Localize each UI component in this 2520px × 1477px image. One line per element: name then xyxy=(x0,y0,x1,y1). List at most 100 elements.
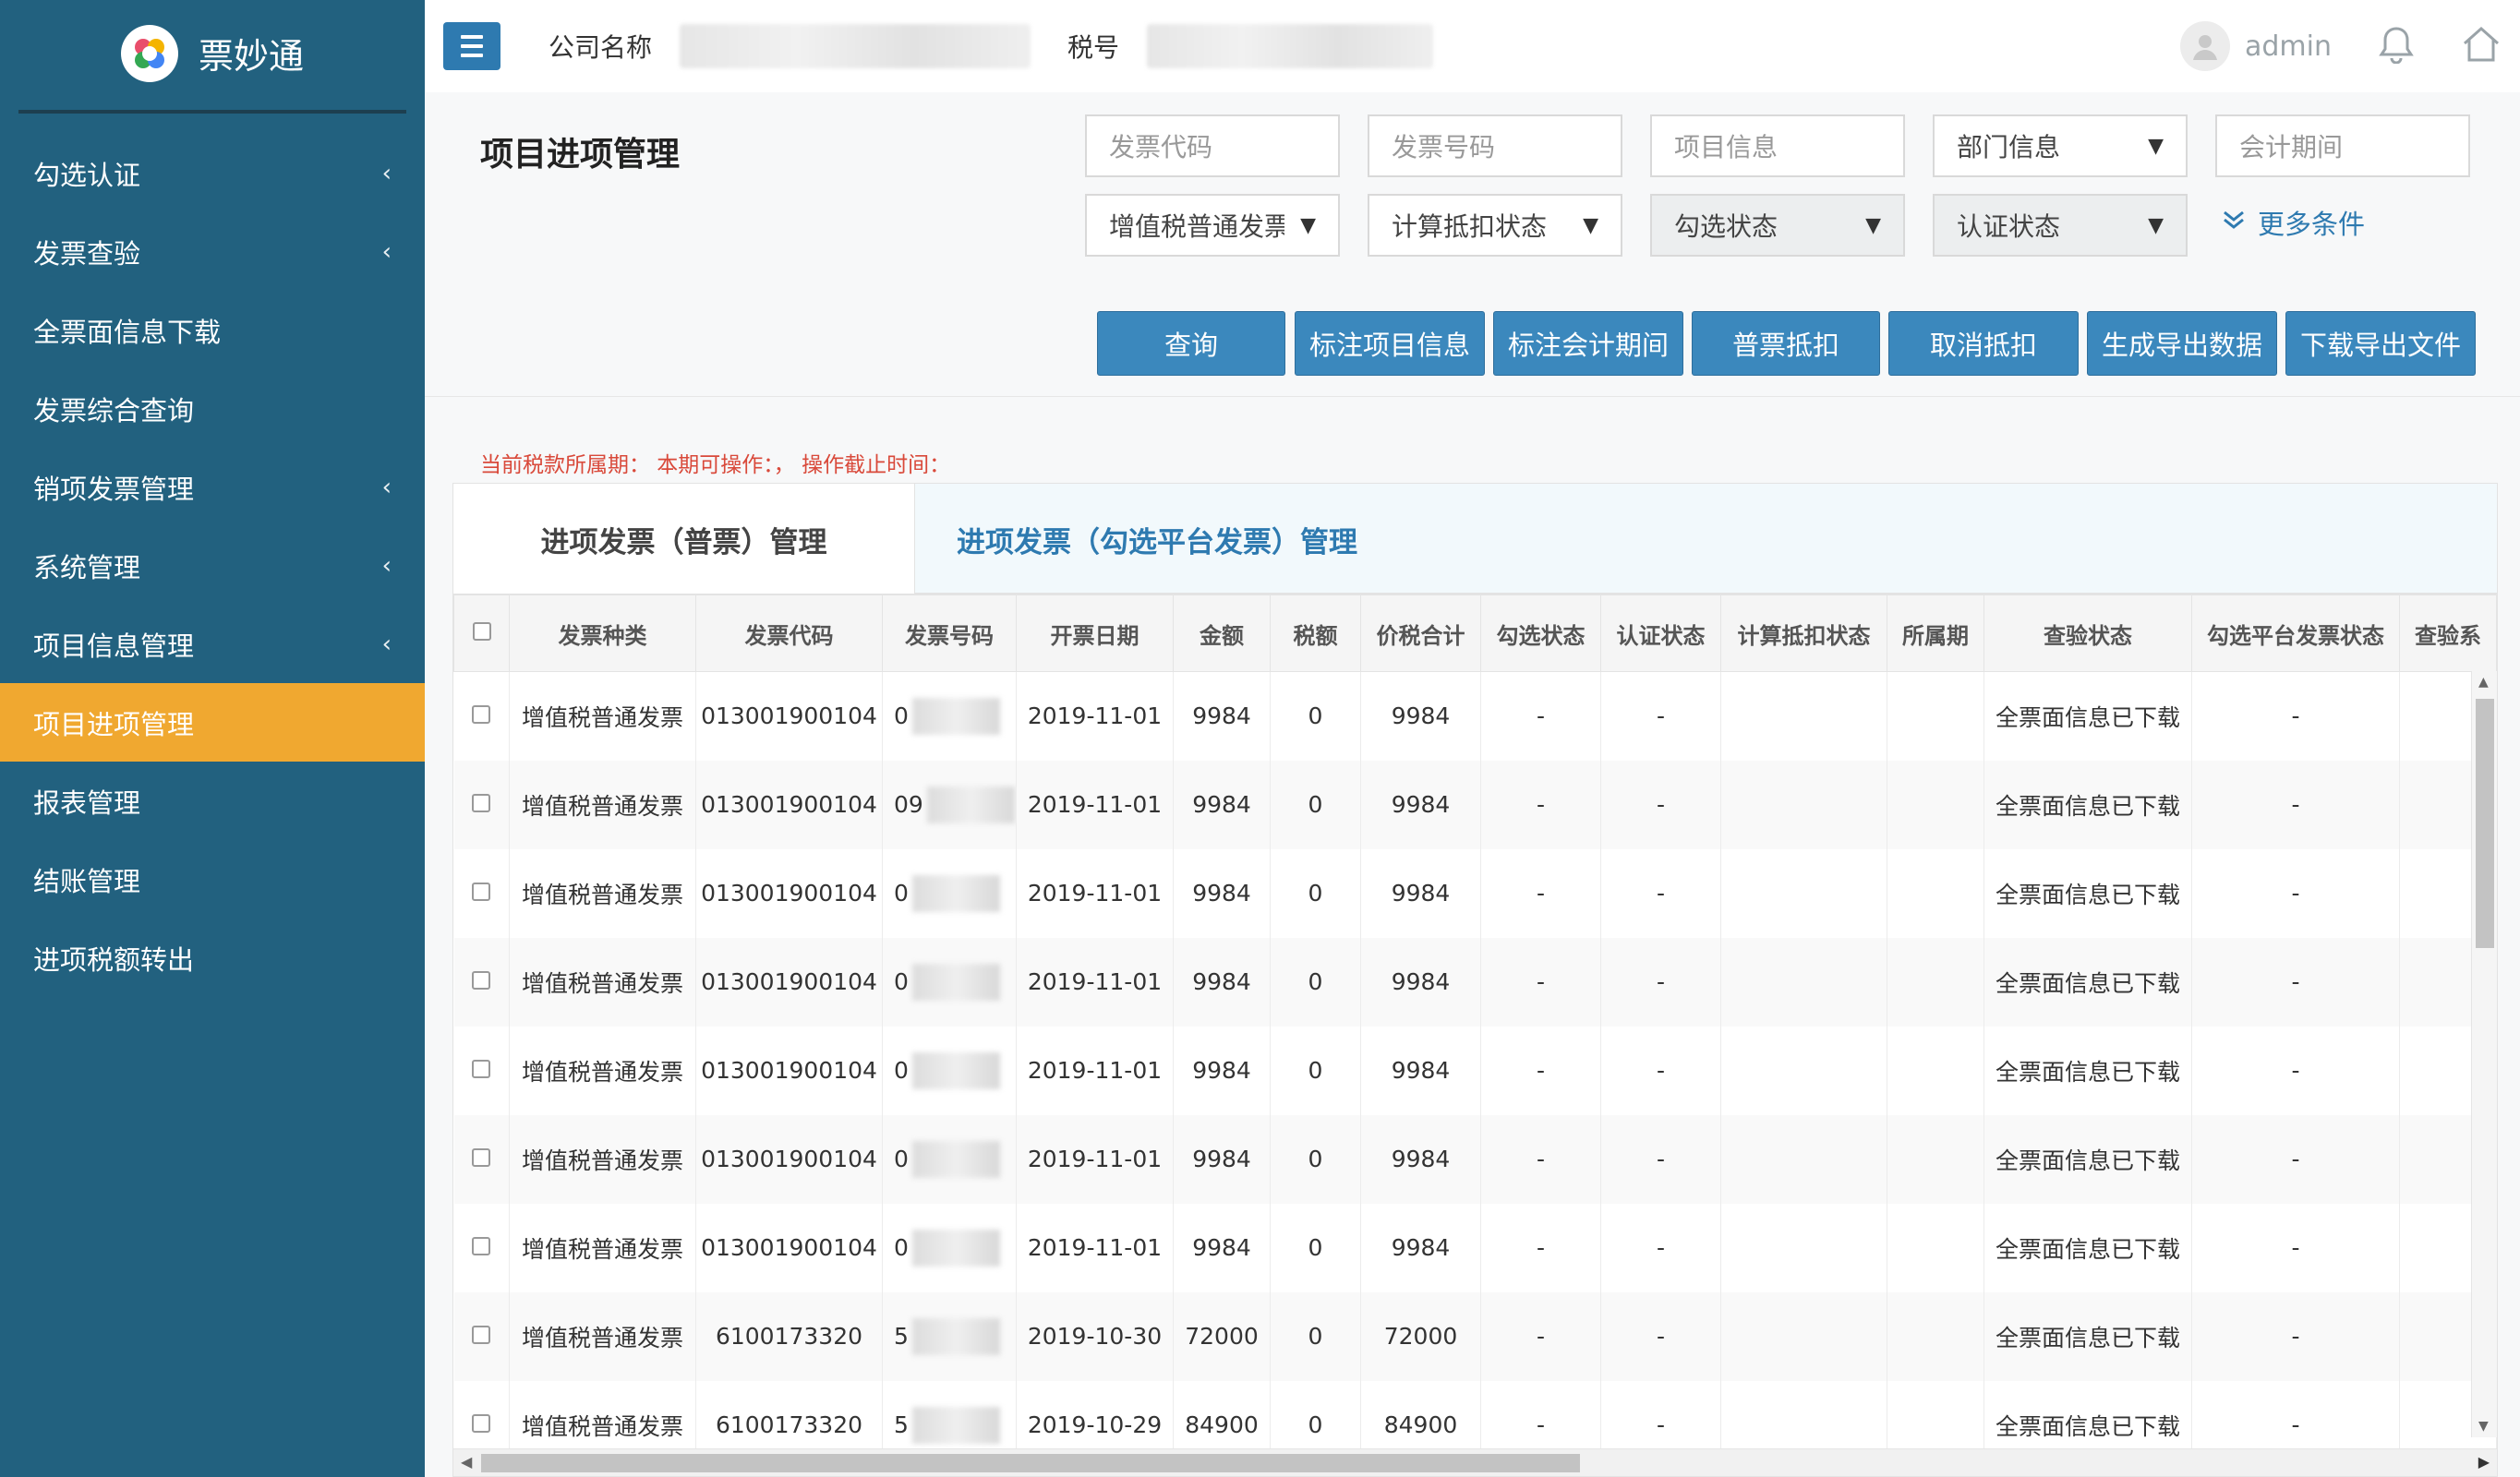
row-checkbox[interactable] xyxy=(472,1237,491,1255)
sidebar-item[interactable]: 进项税额转出 xyxy=(0,919,425,997)
sidebar-item[interactable]: 销项发票管理 ‹ xyxy=(0,448,425,526)
sidebar-item[interactable]: 项目信息管理 ‹ xyxy=(0,605,425,683)
sidebar-item[interactable]: 全票面信息下载 xyxy=(0,291,425,369)
menu-toggle-button[interactable] xyxy=(443,22,500,70)
row-checkbox[interactable] xyxy=(472,794,491,812)
cell-tax: 0 xyxy=(1270,1291,1361,1381)
select-all-checkbox[interactable] xyxy=(472,622,491,641)
horizontal-scroll-thumb[interactable] xyxy=(481,1454,1580,1472)
cell-amount: 9984 xyxy=(1173,671,1271,761)
sidebar-item[interactable]: 勾选认证 ‹ xyxy=(0,134,425,212)
cell-cert: - xyxy=(1600,1026,1721,1115)
cell-total: 9984 xyxy=(1360,1114,1481,1204)
user-menu[interactable]: admin xyxy=(2180,21,2332,71)
project-info-input[interactable]: 项目信息 xyxy=(1650,114,1905,177)
app-logo[interactable]: 票妙通 xyxy=(0,0,425,106)
query-button[interactable]: 查询 xyxy=(1097,311,1285,376)
row-checkbox-cell[interactable] xyxy=(453,760,510,849)
sidebar-item-label: 发票查验 xyxy=(33,237,141,270)
vertical-scroll-thumb[interactable] xyxy=(2476,699,2494,948)
sidebar-item[interactable]: 项目进项管理 xyxy=(0,683,425,762)
row-checkbox[interactable] xyxy=(472,705,491,725)
cell-verify: 全票面信息已下载 xyxy=(1983,1203,2192,1292)
cell-code: 013001900104 xyxy=(695,848,883,938)
cell-type: 增值税普通发票 xyxy=(509,848,696,938)
tab-normal-invoice[interactable]: 进项发票（普票）管理 xyxy=(453,484,915,594)
invoice-number-input[interactable]: 发票号码 xyxy=(1368,114,1622,177)
cell-date: 2019-11-01 xyxy=(1016,1026,1174,1115)
cert-status-select[interactable]: 认证状态 ▼ xyxy=(1933,194,2188,257)
cell-verify: 全票面信息已下载 xyxy=(1983,848,2192,938)
cell-code: 013001900104 xyxy=(695,760,883,849)
scroll-up-icon[interactable]: ▲ xyxy=(2478,675,2489,690)
row-checkbox-cell[interactable] xyxy=(453,671,510,761)
sidebar-item[interactable]: 系统管理 ‹ xyxy=(0,526,425,605)
cell-number: 09 xyxy=(882,760,1017,849)
row-checkbox[interactable] xyxy=(472,1060,491,1078)
table-row[interactable]: 增值税普通发票 013001900104 0 2019-11-01 9984 0 9984-… xyxy=(453,848,2497,938)
cancel-deduct-button[interactable]: 取消抵扣 xyxy=(1888,311,2079,376)
normal-deduct-button[interactable]: 普票抵扣 xyxy=(1692,311,1880,376)
scroll-left-icon[interactable]: ◀ xyxy=(461,1453,472,1471)
home-icon[interactable] xyxy=(2461,25,2502,67)
cell-amount: 9984 xyxy=(1173,1114,1271,1204)
table-row[interactable]: 增值税普通发票 013001900104 0 2019-11-01 9984 0 9984-… xyxy=(453,1026,2497,1115)
row-checkbox-cell[interactable] xyxy=(453,1291,510,1381)
cell-check: - xyxy=(1480,1026,1601,1115)
cell-deduct xyxy=(1720,1114,1887,1204)
sidebar-item-label: 系统管理 xyxy=(33,551,141,583)
select-all-checkbox-cell[interactable] xyxy=(453,594,510,672)
row-checkbox[interactable] xyxy=(472,1414,491,1433)
scroll-right-icon[interactable]: ▶ xyxy=(2478,1453,2490,1471)
scroll-down-icon[interactable]: ▼ xyxy=(2478,1419,2489,1434)
generate-export-button[interactable]: 生成导出数据 xyxy=(2087,311,2277,376)
vertical-scrollbar[interactable]: ▲ ▼ xyxy=(2471,671,2497,1437)
invoice-code-input[interactable]: 发票代码 xyxy=(1085,114,1340,177)
sidebar-item[interactable]: 发票综合查询 xyxy=(0,369,425,448)
sidebar-item[interactable]: 发票查验 ‹ xyxy=(0,212,425,291)
department-select[interactable]: 部门信息 ▼ xyxy=(1933,114,2188,177)
download-export-button[interactable]: 下载导出文件 xyxy=(2285,311,2476,376)
deduction-status-select[interactable]: 计算抵扣状态 ▼ xyxy=(1368,194,1622,257)
row-checkbox[interactable] xyxy=(472,1326,491,1344)
row-checkbox-cell[interactable] xyxy=(453,1114,510,1204)
dropdown-arrow-icon: ▼ xyxy=(2148,134,2164,158)
row-checkbox-cell[interactable] xyxy=(453,1203,510,1292)
row-checkbox[interactable] xyxy=(472,1148,491,1167)
table-row[interactable]: 增值税普通发票 013001900104 0 2019-11-01 9984 0 9984-… xyxy=(453,937,2497,1027)
table-row[interactable]: 增值税普通发票 013001900104 0 2019-11-01 9984 0 9984-… xyxy=(453,1203,2497,1292)
horizontal-scrollbar[interactable]: ◀ ▶ xyxy=(453,1448,2497,1476)
cell-date: 2019-11-01 xyxy=(1016,671,1174,761)
row-checkbox-cell[interactable] xyxy=(453,848,510,938)
row-checkbox[interactable] xyxy=(472,971,491,990)
mark-period-button[interactable]: 标注会计期间 xyxy=(1493,311,1683,376)
col-header: 计算抵扣状态 xyxy=(1720,594,1887,672)
mark-project-button[interactable]: 标注项目信息 xyxy=(1295,311,1485,376)
table-row[interactable]: 增值税普通发票 013001900104 0 2019-11-01 9984 0 9984-… xyxy=(453,1114,2497,1204)
table-row[interactable]: 增值税普通发票 013001900104 09 2019-11-01 9984 0 9984… xyxy=(453,760,2497,849)
table-row[interactable]: 增值税普通发票 013001900104 0 2019-11-01 9984 0 9984-… xyxy=(453,671,2497,761)
tab-platform-invoice[interactable]: 进项发票（勾选平台发票）管理 xyxy=(915,484,1413,594)
col-header: 开票日期 xyxy=(1016,594,1174,672)
row-checkbox-cell[interactable] xyxy=(453,1026,510,1115)
row-checkbox-cell[interactable] xyxy=(453,937,510,1027)
cell-deduct xyxy=(1720,1026,1887,1115)
cell-check: - xyxy=(1480,1203,1601,1292)
sidebar-item-label: 销项发票管理 xyxy=(33,473,195,505)
cell-date: 2019-11-01 xyxy=(1016,1203,1174,1292)
col-header: 发票代码 xyxy=(695,594,883,672)
accounting-period-input[interactable]: 会计期间 xyxy=(2215,114,2470,177)
cell-date: 2019-11-01 xyxy=(1016,848,1174,938)
sidebar-item[interactable]: 报表管理 xyxy=(0,762,425,840)
more-conditions-link[interactable]: 更多条件 xyxy=(2221,203,2365,242)
check-status-select[interactable]: 勾选状态 ▼ xyxy=(1650,194,1905,257)
invoice-type-select[interactable]: 增值税普通发票 ▼ xyxy=(1085,194,1340,257)
sidebar-item-label: 全票面信息下载 xyxy=(33,316,222,348)
chevron-left-icon: ‹ xyxy=(381,551,392,580)
sidebar-item-label: 项目信息管理 xyxy=(33,630,195,662)
cell-period xyxy=(1887,1114,1984,1204)
table-row[interactable]: 增值税普通发票 6100173320 5 2019-10-30 72000 0 72000-… xyxy=(453,1291,2497,1381)
sidebar-item[interactable]: 结账管理 xyxy=(0,840,425,919)
bell-icon[interactable] xyxy=(2378,25,2415,67)
row-checkbox[interactable] xyxy=(472,883,491,901)
